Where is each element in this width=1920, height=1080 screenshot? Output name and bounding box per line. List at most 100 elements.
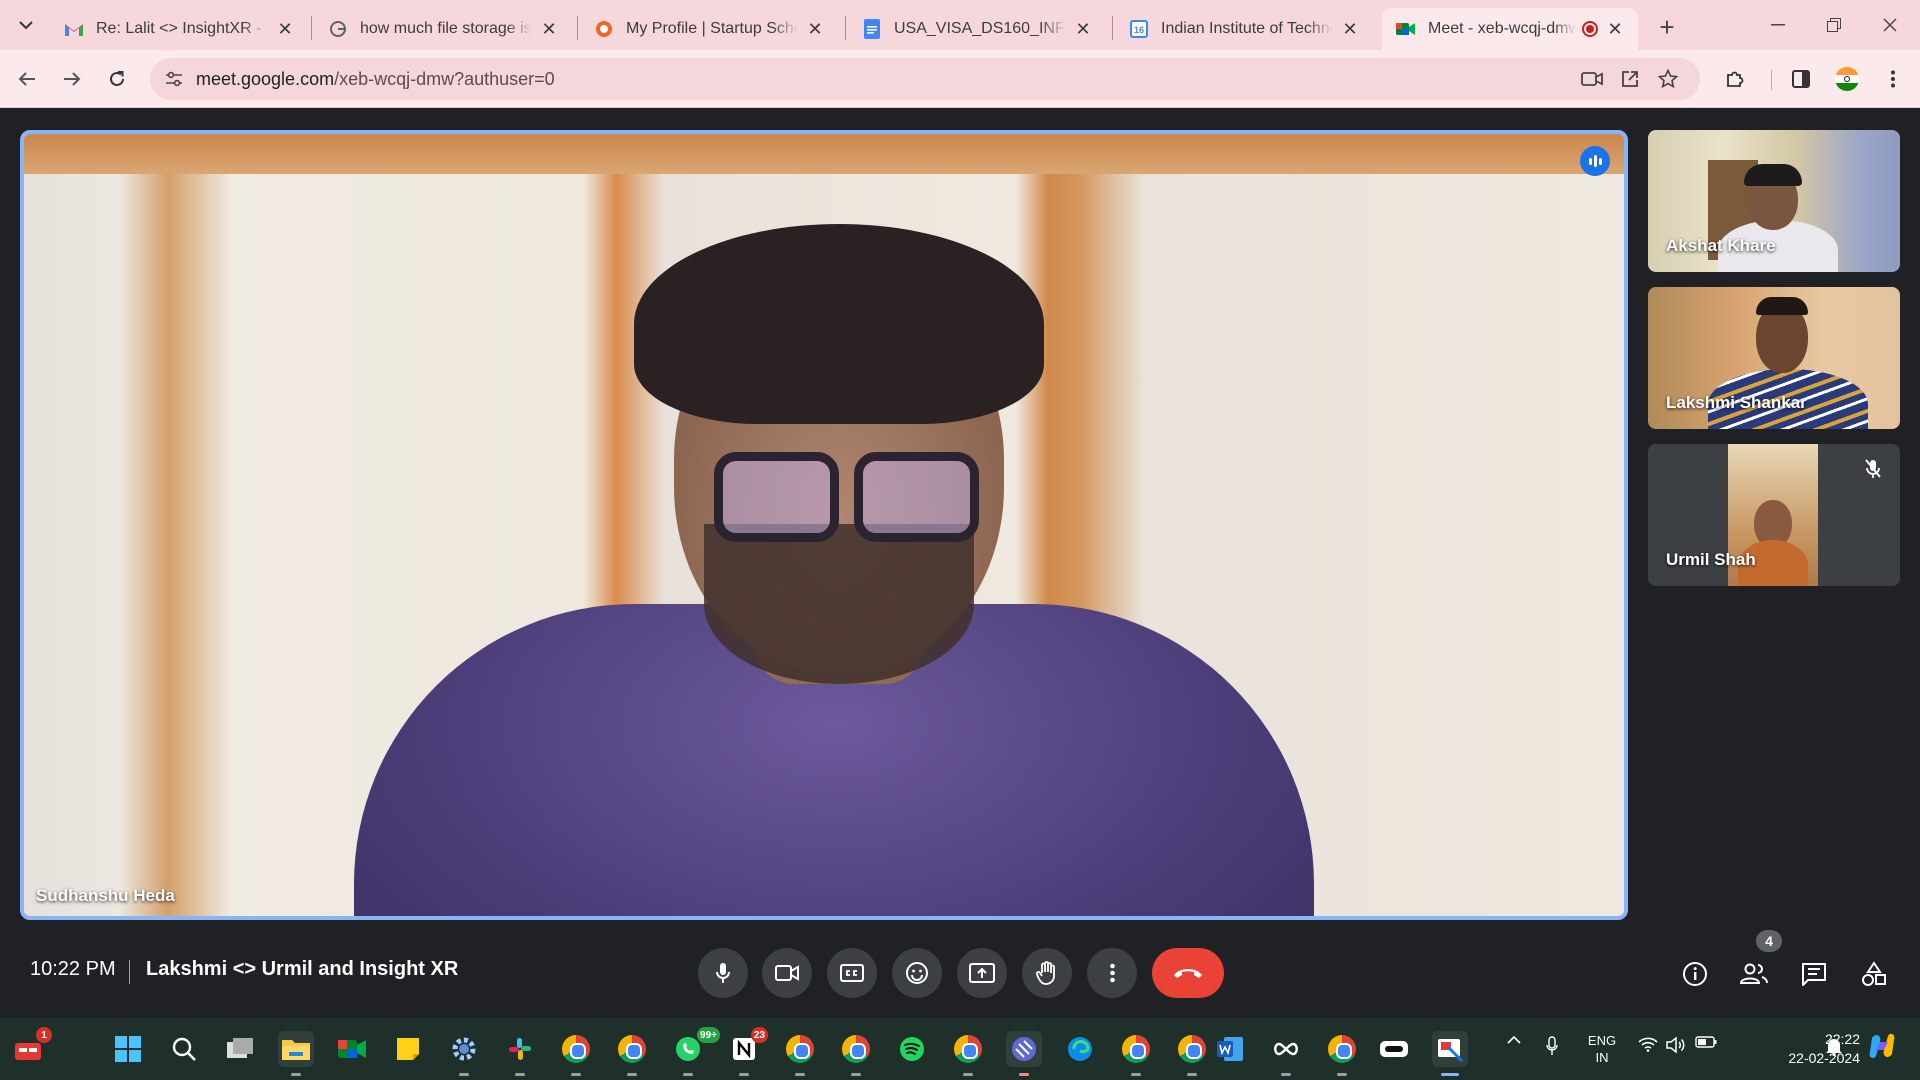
- site-info-button[interactable]: [160, 65, 188, 93]
- close-icon[interactable]: ✕: [1072, 18, 1094, 40]
- close-window-button[interactable]: [1870, 10, 1910, 40]
- meet-stage: Sudhanshu Heda Akshat Khare Lakshmi Shan…: [0, 108, 1920, 1018]
- chat-button[interactable]: [1792, 952, 1836, 996]
- snipping-tool-button[interactable]: [1432, 1031, 1468, 1076]
- side-panel-button[interactable]: [1784, 62, 1818, 96]
- input-language-button[interactable]: ENG IN: [1586, 1032, 1618, 1066]
- search-icon: [172, 1037, 196, 1061]
- chrome-profile-2-button[interactable]: [614, 1031, 650, 1076]
- search-button[interactable]: [166, 1031, 202, 1067]
- people-button[interactable]: [1732, 952, 1776, 996]
- chrome-profile-1-button[interactable]: [558, 1031, 594, 1076]
- whatsapp-button[interactable]: 99+: [670, 1027, 720, 1076]
- task-view-button[interactable]: [222, 1031, 258, 1067]
- present-screen-button[interactable]: [957, 948, 1007, 998]
- arrow-left-icon: [18, 72, 35, 86]
- close-icon[interactable]: ✕: [538, 18, 560, 40]
- main-video-tile[interactable]: Sudhanshu Heda: [20, 130, 1628, 920]
- shapes-icon: [1862, 961, 1886, 986]
- meta-button[interactable]: [1268, 1031, 1304, 1076]
- start-button[interactable]: [110, 1031, 146, 1067]
- edge-button[interactable]: [1062, 1031, 1098, 1067]
- camera-in-use-icon[interactable]: [1578, 65, 1606, 93]
- system-clock[interactable]: 22:22 22-02-2024: [1780, 1030, 1860, 1068]
- participant-name: Urmil Shah: [1666, 550, 1756, 569]
- info-icon: [1683, 962, 1707, 986]
- spotify-button[interactable]: [894, 1031, 930, 1067]
- browser-tab-strip: Re: Lalit <> InsightXR - aks ✕ how much …: [0, 0, 1920, 50]
- headphones: [1744, 164, 1802, 186]
- volume-button[interactable]: [1664, 1036, 1688, 1054]
- tab-google-search[interactable]: how much file storage is g ✕: [314, 8, 572, 50]
- show-hidden-icons-button[interactable]: [1502, 1036, 1526, 1044]
- profile-avatar[interactable]: [1830, 62, 1864, 96]
- app-logo-icon: [1012, 1037, 1036, 1061]
- chrome-icon: [1178, 1035, 1206, 1063]
- tab-gmail[interactable]: Re: Lalit <> InsightXR - aks ✕: [50, 8, 308, 50]
- captions-button[interactable]: [827, 948, 877, 998]
- forward-button[interactable]: [55, 62, 89, 96]
- reload-button[interactable]: [100, 62, 134, 96]
- browser-menu-button[interactable]: [1876, 62, 1910, 96]
- chrome-icon: [618, 1035, 646, 1063]
- reactions-button[interactable]: [892, 948, 942, 998]
- more-options-button[interactable]: [1087, 948, 1137, 998]
- participant-tile[interactable]: Akshat Khare: [1648, 130, 1900, 272]
- participant-tile[interactable]: Lakshmi Shankar: [1648, 287, 1900, 429]
- chrome-profile-6-button[interactable]: [1118, 1031, 1154, 1076]
- leave-call-button[interactable]: [1152, 948, 1224, 998]
- notifications-button[interactable]: [1822, 1036, 1846, 1056]
- tab-startup-school[interactable]: My Profile | Startup School ✕: [580, 8, 838, 50]
- file-explorer-button[interactable]: [278, 1031, 314, 1076]
- word-button[interactable]: [1212, 1031, 1248, 1067]
- new-tab-button[interactable]: +: [1652, 12, 1682, 42]
- slack-button[interactable]: [502, 1031, 538, 1076]
- google-meet-app-button[interactable]: [334, 1031, 370, 1067]
- notion-button[interactable]: 23: [726, 1027, 768, 1076]
- tab-search-button[interactable]: [10, 9, 42, 41]
- meeting-details-button[interactable]: [1673, 952, 1717, 996]
- running-indicator: [739, 1073, 749, 1076]
- close-icon[interactable]: ✕: [1339, 18, 1361, 40]
- copilot-button[interactable]: [1864, 1030, 1900, 1062]
- closed-caption-icon: [840, 964, 864, 982]
- vr-app-button[interactable]: [1376, 1031, 1412, 1067]
- extensions-button[interactable]: [1718, 62, 1752, 96]
- widgets-button[interactable]: 1: [10, 1027, 52, 1067]
- chrome-profile-4-button[interactable]: [838, 1031, 874, 1076]
- settings-button[interactable]: [446, 1031, 482, 1076]
- chrome-profile-7-button[interactable]: [1174, 1031, 1210, 1076]
- chrome-profile-5-button[interactable]: [950, 1031, 986, 1076]
- chrome-profile-8-button[interactable]: [1324, 1031, 1360, 1076]
- google-docs-icon: [862, 19, 882, 39]
- wifi-button[interactable]: [1636, 1036, 1660, 1052]
- participant-tile[interactable]: Urmil Shah: [1648, 444, 1900, 586]
- battery-button[interactable]: [1694, 1036, 1718, 1048]
- minimize-button[interactable]: [1758, 10, 1798, 40]
- meeting-time: 10:22 PM: [30, 958, 116, 980]
- tab-google-docs[interactable]: USA_VISA_DS160_INFORM ✕: [848, 8, 1106, 50]
- address-bar[interactable]: meet.google.com/xeb-wcqj-dmw?authuser=0: [150, 58, 1700, 100]
- microphone-in-use-button[interactable]: [1540, 1036, 1564, 1056]
- close-icon[interactable]: ✕: [274, 18, 296, 40]
- slack-icon: [509, 1038, 531, 1060]
- arrow-right-icon: [64, 72, 81, 86]
- microphone-button[interactable]: [698, 948, 748, 998]
- open-in-new-icon[interactable]: [1616, 65, 1644, 93]
- chrome-profile-3-button[interactable]: [782, 1031, 818, 1076]
- recording-icon: [1582, 21, 1598, 37]
- camera-button[interactable]: [762, 948, 812, 998]
- url-text[interactable]: meet.google.com/xeb-wcqj-dmw?authuser=0: [196, 69, 555, 90]
- back-button[interactable]: [10, 62, 44, 96]
- running-indicator: [291, 1073, 301, 1076]
- linear-app-button[interactable]: [1006, 1031, 1042, 1076]
- tab-google-meet[interactable]: Meet - xeb-wcqj-dmw ✕: [1382, 8, 1638, 50]
- close-icon[interactable]: ✕: [804, 18, 826, 40]
- close-icon[interactable]: ✕: [1604, 18, 1626, 40]
- raise-hand-button[interactable]: [1022, 948, 1072, 998]
- tab-calendar[interactable]: 16 Indian Institute of Technolo ✕: [1115, 8, 1373, 50]
- restore-button[interactable]: [1814, 10, 1854, 40]
- activities-button[interactable]: [1852, 952, 1896, 996]
- bookmark-star-icon[interactable]: [1654, 65, 1682, 93]
- sticky-notes-button[interactable]: [390, 1031, 426, 1067]
